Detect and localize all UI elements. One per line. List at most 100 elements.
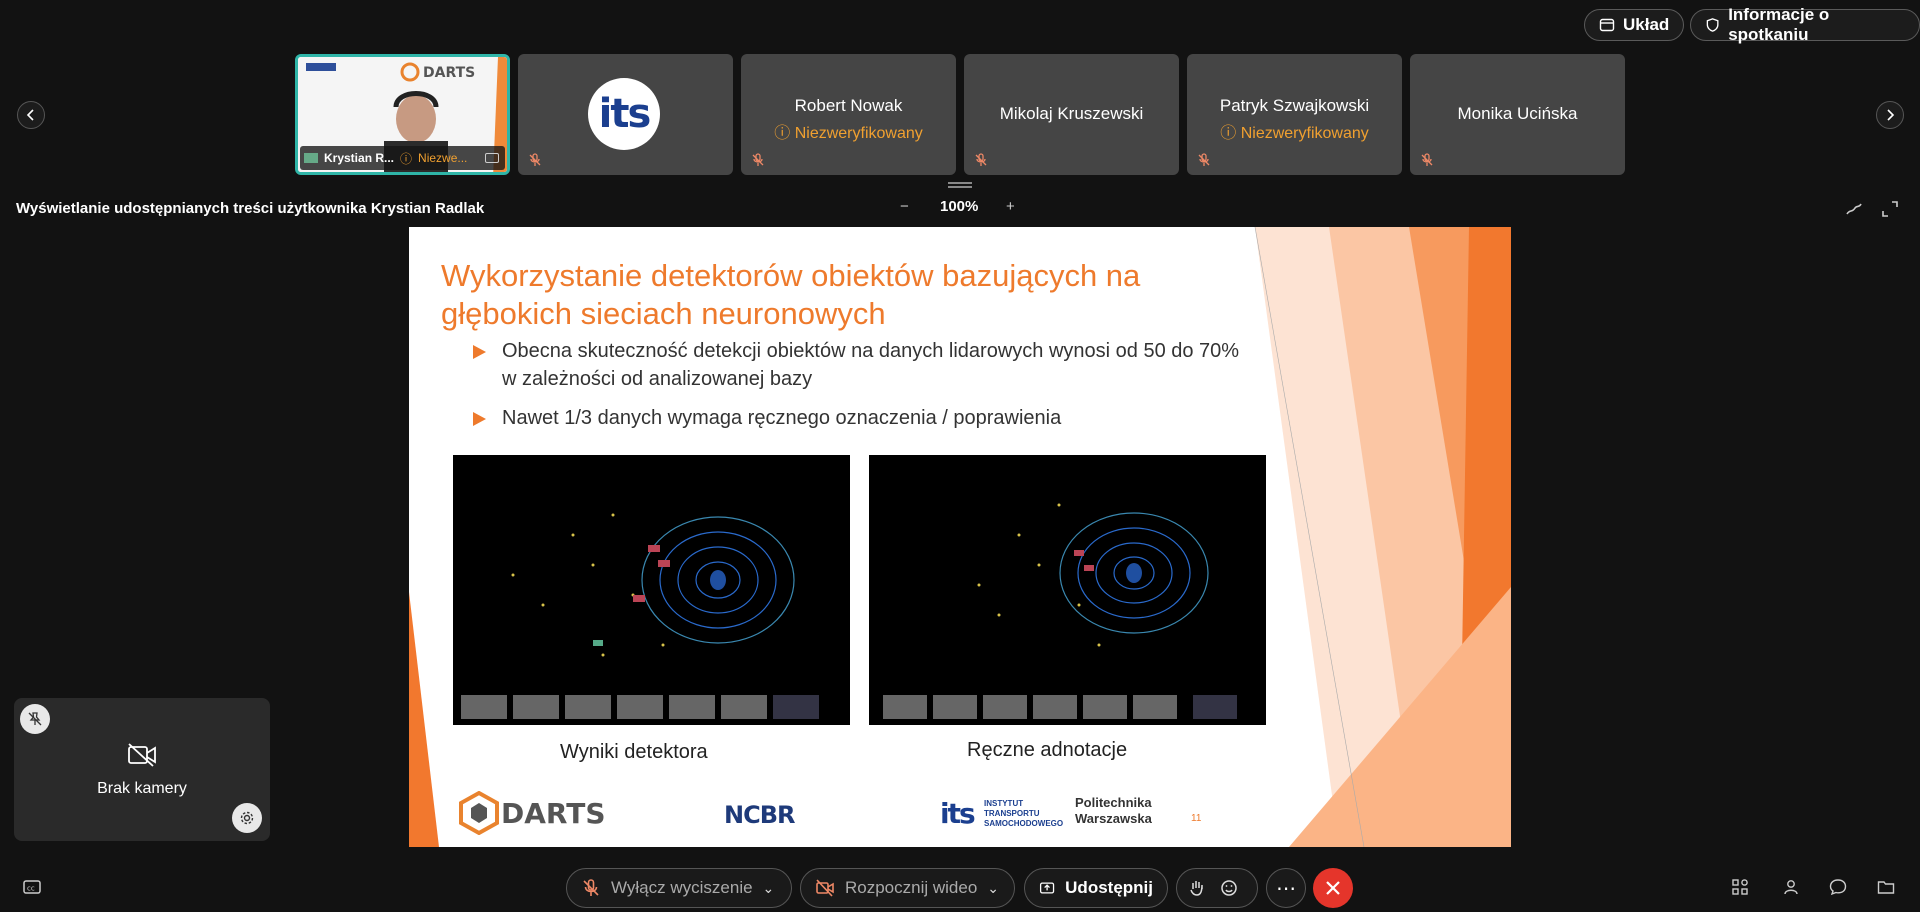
- share-button[interactable]: Udostępnij: [1024, 868, 1168, 908]
- unverified-icon: ⓘ: [1220, 125, 1241, 142]
- bullet-arrow-icon: [473, 345, 486, 359]
- svg-text:DARTS: DARTS: [423, 65, 475, 81]
- apps-button[interactable]: [1726, 873, 1754, 901]
- darts-logo-text: DARTS: [501, 797, 606, 830]
- more-options-button[interactable]: ⋯: [1266, 868, 1306, 908]
- strip-prev-button[interactable]: [17, 101, 45, 129]
- slide-title: Wykorzystanie detektorów obiektów bazują…: [441, 258, 1141, 331]
- unverified-icon: ⓘ: [774, 125, 795, 142]
- participant-name: Robert Nowak: [794, 96, 903, 115]
- participant-name: Krystian R...: [324, 151, 395, 165]
- participant-name: Monika Ucińska: [1457, 104, 1578, 123]
- shield-icon: [1706, 18, 1719, 32]
- pw-logo-text: Politechnika Warszawska: [1075, 795, 1152, 826]
- close-icon: [1326, 881, 1340, 895]
- strip-next-button[interactable]: [1876, 101, 1904, 129]
- folder-icon: [1877, 881, 1895, 894]
- mic-muted-icon: [583, 879, 599, 896]
- layout-label: Układ: [1623, 15, 1670, 34]
- more-icon: ⋯: [1276, 877, 1296, 900]
- ncbr-logo-text: NCBR: [724, 801, 795, 829]
- mic-muted-icon: [975, 153, 987, 166]
- pin-button[interactable]: [20, 704, 50, 734]
- its-logo-mark: its: [940, 797, 976, 830]
- closed-captions-icon: cc: [23, 880, 41, 894]
- unverified-icon: ⓘ: [400, 151, 413, 166]
- leave-meeting-button[interactable]: [1313, 868, 1353, 908]
- gear-icon: [240, 811, 254, 825]
- pw-logo: Politechnika Warszawska: [1075, 791, 1161, 841]
- participant-tile-robert-nowak[interactable]: Robert Nowak ⓘ Niezweryfikowany: [741, 54, 956, 175]
- self-view-settings-button[interactable]: [232, 803, 262, 833]
- pen-icon: [1846, 203, 1862, 215]
- participant-name: Mikolaj Kruszewski: [999, 104, 1144, 123]
- camera-off-icon: [816, 879, 834, 897]
- mic-muted-icon: [752, 153, 764, 166]
- camera-off-icon: [128, 743, 156, 767]
- chevron-down-icon[interactable]: ⌄: [987, 880, 999, 897]
- lidar-image-detector: [453, 455, 850, 725]
- svg-text:cc: cc: [27, 885, 35, 893]
- people-icon: [1784, 880, 1798, 895]
- start-video-button[interactable]: Rozpocznij wideo ⌄: [800, 868, 1015, 908]
- slide-bullet-1: Obecna skuteczność detekcji obiektów na …: [502, 340, 1240, 390]
- meeting-info-label: Informacje o spotkaniu: [1728, 5, 1830, 44]
- strip-resize-handle[interactable]: [948, 182, 972, 188]
- files-button[interactable]: [1872, 873, 1900, 901]
- self-view-panel: Brak kamery: [14, 698, 270, 841]
- shared-slide: Wykorzystanie detektorów obiektów bazują…: [409, 227, 1511, 847]
- its-logo: its INSTYTUT TRANSPORTU SAMOCHODOWEGO: [940, 791, 1064, 841]
- participant-status: ⓘ Niezweryfikowany: [1220, 125, 1369, 142]
- lidar-image-manual: [869, 455, 1266, 725]
- zoom-in-button[interactable]: +: [1006, 198, 1015, 215]
- meeting-info-button[interactable]: Informacje o spotkaniu: [1690, 5, 1920, 44]
- reactions-group: [1176, 868, 1258, 908]
- share-title: Wyświetlanie udostępnianych treści użytk…: [16, 200, 485, 217]
- chat-button[interactable]: [1824, 873, 1852, 901]
- captions-button[interactable]: cc: [18, 873, 46, 901]
- raise-hand-icon[interactable]: [1187, 878, 1207, 898]
- participant-tile-mikolaj-kruszewski[interactable]: Mikolaj Kruszewski: [964, 54, 1179, 175]
- chat-icon: [1829, 879, 1847, 896]
- chevron-left-icon: [26, 109, 34, 121]
- slide-bullet-2: Nawet 1/3 danych wymaga ręcznego oznacze…: [502, 407, 1062, 429]
- share-label: Udostępnij: [1065, 878, 1153, 897]
- expand-icon: [1882, 201, 1898, 217]
- bullet-arrow-icon: [473, 412, 486, 426]
- participant-tile-patryk-szwajkowski[interactable]: Patryk Szwajkowski ⓘ Niezweryfikowany: [1187, 54, 1402, 175]
- participant-name: Patryk Szwajkowski: [1219, 96, 1370, 115]
- share-screen-icon: [1039, 882, 1055, 894]
- unmute-button[interactable]: Wyłącz wyciszenie ⌄: [566, 868, 792, 908]
- participant-tile-its[interactable]: its: [518, 54, 733, 175]
- participant-tile-active-speaker[interactable]: DARTS Krystian R... ⓘ Niezwe...: [295, 54, 510, 175]
- participant-name-bar: Krystian R... ⓘ Niezwe...: [300, 146, 505, 170]
- no-camera-label: Brak kamery: [97, 780, 187, 797]
- darts-logo: DARTS: [459, 791, 619, 841]
- sharing-icon: [485, 153, 499, 163]
- apps-icon: [1732, 879, 1748, 895]
- fullscreen-button[interactable]: [1876, 195, 1904, 223]
- mic-muted-icon: [1421, 153, 1433, 166]
- zoom-out-button[interactable]: −: [900, 198, 909, 215]
- zoom-level: 100%: [940, 198, 979, 215]
- mic-muted-icon: [529, 153, 541, 166]
- participant-status: ⓘ Niezweryfikowany: [774, 125, 923, 142]
- ncbr-logo: NCBR: [724, 791, 834, 841]
- mic-muted-icon: [1198, 153, 1210, 166]
- its-logo-text: INSTYTUT TRANSPORTU SAMOCHODOWEGO: [984, 799, 1064, 828]
- emoji-reaction-icon[interactable]: [1219, 878, 1239, 898]
- unmute-label: Wyłącz wyciszenie: [611, 878, 753, 897]
- slide-page-number: 11: [1191, 813, 1202, 824]
- annotate-button[interactable]: [1840, 195, 1868, 223]
- caption-manual: Ręczne adnotacje: [967, 739, 1128, 761]
- layout-button[interactable]: Układ: [1584, 9, 1685, 41]
- layout-icon: [1599, 18, 1615, 32]
- pin-off-icon: [28, 712, 42, 726]
- participant-tile-monika-ucinska[interactable]: Monika Ucińska: [1410, 54, 1625, 175]
- chevron-down-icon[interactable]: ⌄: [763, 880, 775, 897]
- participant-status: Niezwe...: [418, 151, 468, 165]
- chevron-right-icon: [1887, 109, 1895, 121]
- participants-button[interactable]: [1778, 873, 1806, 901]
- caption-detector: Wyniki detektora: [560, 741, 708, 763]
- signal-icon: [304, 153, 318, 163]
